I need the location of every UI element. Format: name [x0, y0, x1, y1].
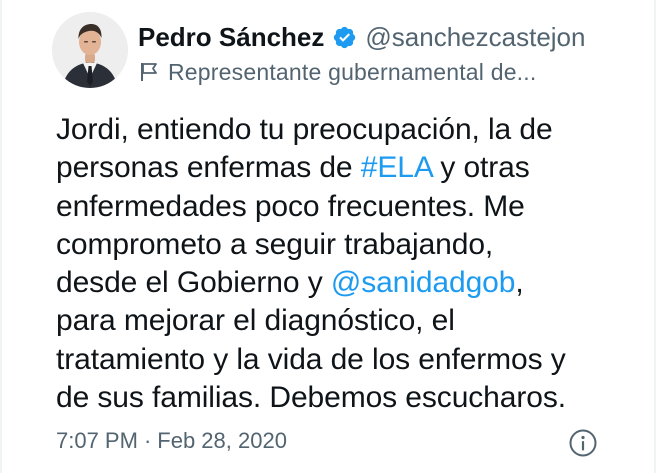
tweet-line: comprometo a seguir trabajando,: [56, 226, 636, 264]
author-display-name[interactable]: Pedro Sánchez: [138, 22, 324, 53]
tweet-text-segment: para mejorar el diagnóstico, el: [56, 304, 455, 338]
tweet-text-segment: desde el Gobierno y: [56, 266, 331, 300]
tweet-header: Pedro Sánchez @sanchezcastejon Represent…: [138, 20, 638, 88]
mention-link[interactable]: @sanidadgob: [331, 266, 516, 299]
tweet-text-segment: tratamiento y la vida de los enfermos y: [56, 342, 566, 376]
tweet-time[interactable]: 7:07 PM: [56, 428, 138, 453]
government-label[interactable]: Representante gubernamental de...: [168, 59, 536, 86]
tweet-text-segment: Jordi, entiendo tu preocupación, la de: [56, 113, 553, 146]
tweet-date[interactable]: Feb 28, 2020: [157, 428, 287, 453]
tweet-text-segment: enfermedades poco frecuentes. Me: [56, 189, 525, 223]
tweet-card: Pedro Sánchez @sanchezcastejon Represent…: [0, 0, 656, 473]
tweet-line: Jordi, entiendo tu preocupación, la de: [56, 111, 636, 149]
tweet-text: Jordi, entiendo tu preocupación, la de p…: [56, 111, 636, 417]
tweet-text-segment: personas enfermas de: [56, 151, 361, 185]
left-divider: [0, 0, 2, 473]
tweet-text-segment: y otras: [432, 151, 530, 185]
separator-dot: ·: [143, 428, 152, 453]
government-label-row: Representante gubernamental de...: [138, 56, 638, 88]
avatar[interactable]: [52, 12, 128, 88]
author-row: Pedro Sánchez @sanchezcastejon: [138, 20, 638, 54]
tweet-line: para mejorar el diagnóstico, el: [56, 302, 636, 340]
info-icon[interactable]: [568, 428, 598, 458]
author-handle[interactable]: @sanchezcastejon: [365, 22, 585, 53]
tweet-line: desde el Gobierno y @sanidadgob,: [56, 264, 636, 302]
tweet-line: enfermedades poco frecuentes. Me: [56, 188, 636, 226]
tweet-text-segment: ,: [515, 266, 524, 300]
verified-badge-icon: [332, 25, 357, 50]
tweet-text-segment: comprometo a seguir trabajando,: [56, 227, 494, 261]
tweet-line: de sus familias. Debemos escucharos.: [56, 379, 636, 417]
tweet-text-segment: de sus familias. Debemos escucharos.: [56, 381, 566, 415]
flag-icon: [140, 62, 158, 82]
tweet-line: tratamiento y la vida de los enfermos y: [56, 341, 636, 379]
tweet-line: personas enfermas de #ELA y otras: [56, 149, 636, 187]
profile-photo: [52, 12, 128, 88]
hashtag-link[interactable]: #ELA: [361, 151, 432, 184]
tweet-timestamp: 7:07 PM · Feb 28, 2020: [56, 428, 287, 454]
